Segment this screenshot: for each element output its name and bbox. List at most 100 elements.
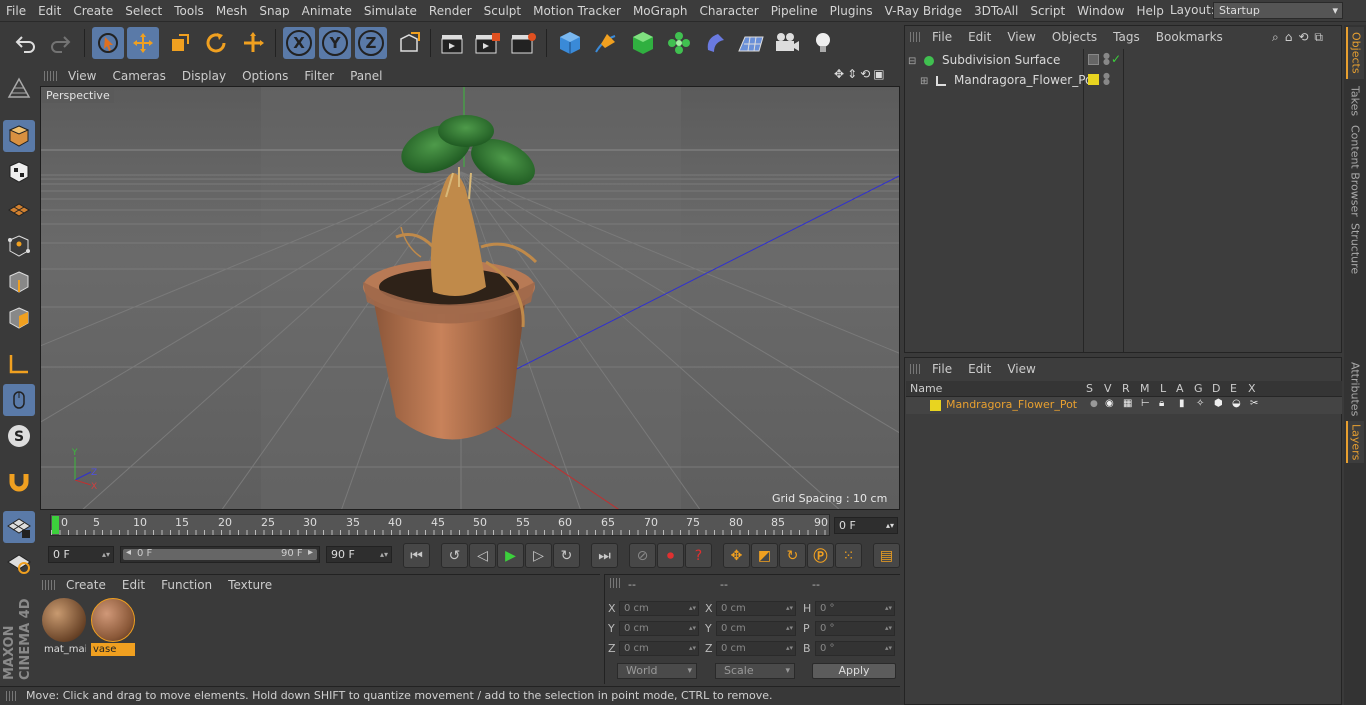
column-animation[interactable]: A: [1176, 382, 1184, 395]
viewport-menu-filter[interactable]: Filter: [296, 69, 342, 83]
size-z-field[interactable]: 0 cm ▴▾: [716, 641, 796, 656]
floor-button[interactable]: [735, 27, 767, 59]
spinner-icon[interactable]: ▴▾: [786, 602, 793, 615]
objects-menu-file[interactable]: File: [924, 30, 960, 44]
material-menu-function[interactable]: Function: [153, 578, 220, 592]
menu-snap[interactable]: Snap: [253, 0, 295, 22]
material-swatch-vase[interactable]: [91, 598, 135, 642]
x-axis-lock-button[interactable]: X: [283, 27, 315, 59]
redo-button[interactable]: [44, 27, 76, 59]
column-solo[interactable]: S: [1086, 382, 1093, 395]
expression-icon[interactable]: ◒: [1232, 398, 1241, 409]
pos-z-field[interactable]: 0 cm ▴▾: [619, 641, 699, 656]
texture-mode-button[interactable]: [3, 156, 35, 188]
eye-icon[interactable]: ◉: [1105, 398, 1114, 409]
menu-animate[interactable]: Animate: [296, 0, 358, 22]
tab-objects[interactable]: Objects: [1346, 27, 1364, 79]
generator-icon[interactable]: ✧: [1196, 398, 1204, 409]
spinner-icon[interactable]: ▴▾: [689, 602, 696, 615]
spinner-icon[interactable]: ▴▾: [689, 642, 696, 655]
menu-render[interactable]: Render: [423, 0, 478, 22]
objects-menu-view[interactable]: View: [999, 30, 1043, 44]
range-right-arrow-icon[interactable]: ▸: [308, 547, 313, 558]
light-button[interactable]: [807, 27, 839, 59]
object-row-mandragora-flower-pot[interactable]: ⊞ Mandragora_Flower_Pot: [920, 71, 1097, 89]
start-frame-field[interactable]: 0 F ▴▾: [48, 546, 114, 563]
menu-motion-tracker[interactable]: Motion Tracker: [527, 0, 627, 22]
camera-button[interactable]: [771, 27, 803, 59]
coordinate-system-button[interactable]: [393, 27, 425, 59]
points-mode-button[interactable]: [3, 230, 35, 262]
rot-h-field[interactable]: 0 ° ▴▾: [815, 601, 895, 616]
menu-vray-bridge[interactable]: V-Ray Bridge: [879, 0, 968, 22]
next-key-button[interactable]: ↻: [553, 543, 580, 568]
z-axis-lock-button[interactable]: Z: [355, 27, 387, 59]
make-editable-button[interactable]: [3, 73, 35, 105]
menu-sculpt[interactable]: Sculpt: [478, 0, 527, 22]
menu-simulate[interactable]: Simulate: [358, 0, 423, 22]
material-menu-texture[interactable]: Texture: [220, 578, 280, 592]
menu-plugins[interactable]: Plugins: [824, 0, 879, 22]
spinner-icon[interactable]: ▴▾: [380, 547, 388, 562]
axis-mode-button[interactable]: [3, 348, 35, 380]
key-rotation-button[interactable]: ↻: [779, 543, 806, 568]
new-view-icon[interactable]: ⧉: [1314, 30, 1323, 45]
layer-color-swatch[interactable]: [930, 400, 941, 411]
column-render[interactable]: R: [1122, 382, 1130, 395]
live-selection-button[interactable]: [92, 27, 124, 59]
column-locked[interactable]: L: [1160, 382, 1166, 395]
perspective-viewport[interactable]: Y Z X: [40, 86, 900, 510]
menu-3dtoall[interactable]: 3DToAll: [968, 0, 1024, 22]
menu-script[interactable]: Script: [1024, 0, 1071, 22]
object-row-subdivision-surface[interactable]: ⊟ Subdivision Surface: [908, 51, 1060, 69]
layers-menu-edit[interactable]: Edit: [960, 362, 999, 376]
undo-button[interactable]: [10, 27, 42, 59]
range-left-arrow-icon[interactable]: ◂: [126, 547, 131, 558]
spinner-icon[interactable]: ▴▾: [886, 518, 894, 533]
go-to-end-button[interactable]: ⏭: [591, 543, 618, 568]
back-icon[interactable]: ⟲: [1298, 30, 1308, 45]
edges-mode-button[interactable]: [3, 266, 35, 298]
pen-spline-button[interactable]: [590, 27, 622, 59]
workplane-lock-button[interactable]: [3, 511, 35, 543]
key-parameter-button[interactable]: Ⓟ: [807, 543, 834, 568]
viewport-menu-display[interactable]: Display: [174, 69, 234, 83]
locked-workplane-button[interactable]: [3, 547, 35, 579]
scale-tool-button[interactable]: [164, 27, 196, 59]
layer-color-swatch[interactable]: [1088, 74, 1099, 85]
viewport-menu-options[interactable]: Options: [234, 69, 296, 83]
objects-menu-bookmarks[interactable]: Bookmarks: [1148, 30, 1231, 44]
animation-film-icon[interactable]: ▮: [1179, 398, 1185, 409]
spinner-icon[interactable]: ▴▾: [885, 622, 892, 635]
timeline-window-button[interactable]: ▤: [873, 543, 900, 568]
objects-menu-tags[interactable]: Tags: [1105, 30, 1148, 44]
zoom-icon[interactable]: ⇕: [847, 67, 857, 81]
render-clapper-icon[interactable]: ▦: [1123, 398, 1132, 409]
spinner-icon[interactable]: ▴▾: [885, 642, 892, 655]
layers-menu-file[interactable]: File: [924, 362, 960, 376]
material-menu-create[interactable]: Create: [58, 578, 114, 592]
size-x-field[interactable]: 0 cm ▴▾: [716, 601, 796, 616]
play-forward-button[interactable]: ▶: [497, 543, 524, 568]
column-name[interactable]: Name: [910, 382, 942, 395]
timeline-ruler[interactable]: 0 5 10 15 20 25 30 35 40 45 50 55 60 65 …: [50, 514, 830, 536]
spinner-icon[interactable]: ▴▾: [885, 602, 892, 615]
menu-mesh[interactable]: Mesh: [210, 0, 254, 22]
pos-x-field[interactable]: 0 cm ▴▾: [619, 601, 699, 616]
render-settings-button[interactable]: [508, 27, 540, 59]
material-swatch-mat-mai[interactable]: [42, 598, 86, 642]
orbit-icon[interactable]: ⟲: [860, 67, 870, 81]
enabled-check-icon[interactable]: ✓: [1111, 52, 1121, 66]
tree-expand-icon[interactable]: ⊞: [920, 76, 928, 87]
maximize-view-icon[interactable]: ▣: [873, 67, 884, 81]
menu-pipeline[interactable]: Pipeline: [765, 0, 824, 22]
spinner-icon[interactable]: ▴▾: [786, 622, 793, 635]
search-icon[interactable]: ⌕: [1272, 30, 1279, 45]
previous-frame-button[interactable]: ◁: [469, 543, 496, 568]
lock-icon[interactable]: 🔒︎: [1159, 398, 1164, 409]
material-menu-edit[interactable]: Edit: [114, 578, 153, 592]
tab-structure[interactable]: Structure: [1346, 223, 1364, 275]
key-position-button[interactable]: ✥: [723, 543, 750, 568]
column-generators[interactable]: G: [1194, 382, 1203, 395]
deformer-button[interactable]: [699, 27, 731, 59]
